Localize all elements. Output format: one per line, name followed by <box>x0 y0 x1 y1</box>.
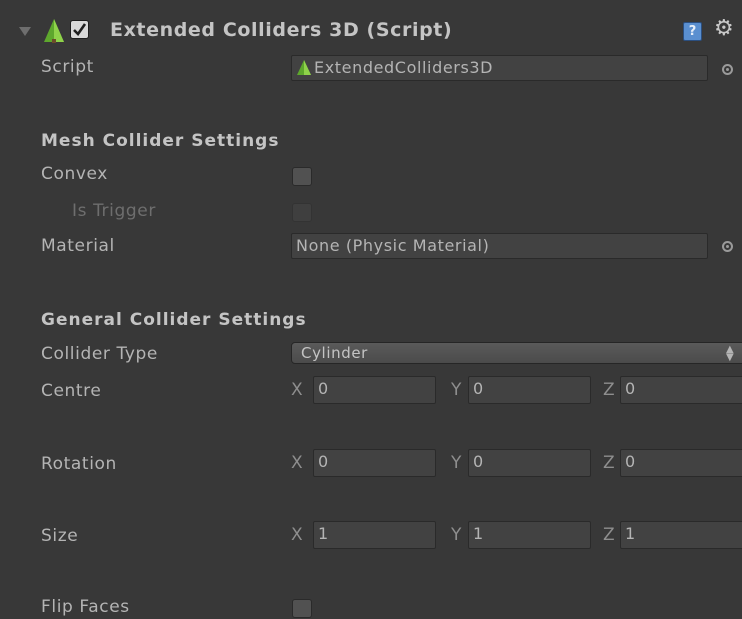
rotation-z-field[interactable]: 0 <box>620 449 742 477</box>
gear-icon[interactable]: ⚙ <box>714 16 734 41</box>
size-y-field[interactable]: 1 <box>468 521 591 549</box>
help-icon[interactable]: ? <box>683 22 702 41</box>
rotation-z-axis-label: Z <box>603 453 616 473</box>
component-title: Extended Colliders 3D (Script) <box>110 19 453 41</box>
size-y-axis-label: Y <box>451 525 462 545</box>
script-tree-icon <box>296 59 312 80</box>
rotation-y-field[interactable]: 0 <box>468 449 591 477</box>
rotation-y-axis-label: Y <box>451 453 462 473</box>
flip-faces-checkbox[interactable] <box>292 599 312 618</box>
size-z-field[interactable]: 1 <box>620 521 742 549</box>
size-label: Size <box>41 526 79 546</box>
centre-x-field[interactable]: 0 <box>313 376 436 404</box>
script-picker-icon[interactable] <box>722 64 733 75</box>
general-collider-section-title: General Collider Settings <box>41 310 307 330</box>
size-x-field[interactable]: 1 <box>313 521 436 549</box>
flip-faces-label: Flip Faces <box>41 597 130 617</box>
is-trigger-checkbox <box>292 203 312 222</box>
is-trigger-label: Is Trigger <box>72 201 156 221</box>
rotation-label: Rotation <box>41 454 117 474</box>
centre-y-field[interactable]: 0 <box>468 376 591 404</box>
mesh-collider-section-title: Mesh Collider Settings <box>41 131 280 151</box>
dropdown-arrows-icon: ▲ ▼ <box>726 344 734 363</box>
centre-z-axis-label: Z <box>603 380 616 400</box>
size-z-axis-label: Z <box>603 525 616 545</box>
material-label: Material <box>41 236 115 256</box>
fold-arrow-icon[interactable] <box>19 27 31 36</box>
size-x-axis-label: X <box>291 525 304 545</box>
centre-z-field[interactable]: 0 <box>620 376 742 404</box>
centre-y-axis-label: Y <box>451 380 462 400</box>
material-picker-icon[interactable] <box>722 241 733 252</box>
script-field[interactable]: ExtendedColliders3D <box>291 55 708 81</box>
inspector-component-panel: Extended Colliders 3D (Script) ? ⚙ Scrip… <box>0 0 742 619</box>
convex-label: Convex <box>41 164 108 184</box>
centre-label: Centre <box>41 381 102 401</box>
checkmark-icon <box>73 23 87 37</box>
collider-type-dropdown[interactable]: Cylinder <box>291 342 742 364</box>
centre-x-axis-label: X <box>291 380 304 400</box>
script-field-value: ExtendedColliders3D <box>314 58 494 77</box>
collider-type-label: Collider Type <box>41 344 158 364</box>
convex-checkbox[interactable] <box>292 167 312 186</box>
rotation-x-field[interactable]: 0 <box>313 449 436 477</box>
material-field[interactable]: None (Physic Material) <box>291 233 708 259</box>
rotation-x-axis-label: X <box>291 453 304 473</box>
script-label: Script <box>41 57 94 77</box>
tree-icon <box>42 18 66 44</box>
component-enabled-checkbox[interactable] <box>70 20 89 39</box>
